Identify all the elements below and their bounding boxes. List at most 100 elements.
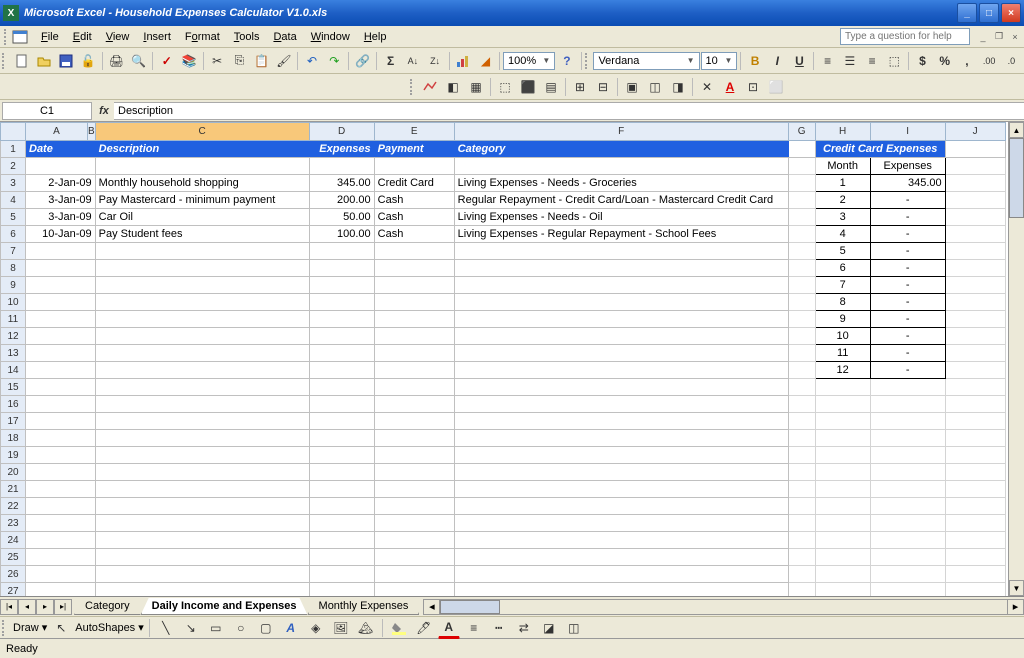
- cell[interactable]: [815, 481, 870, 498]
- tool-icon[interactable]: ⬚: [494, 76, 516, 98]
- cell[interactable]: [374, 413, 454, 430]
- cell[interactable]: [95, 532, 309, 549]
- cell[interactable]: [26, 566, 96, 583]
- mdi-minimize-button[interactable]: _: [976, 31, 990, 43]
- cell[interactable]: [26, 430, 96, 447]
- sheet-tab[interactable]: Monthly Expenses: [308, 598, 420, 615]
- cell[interactable]: [870, 447, 945, 464]
- cell[interactable]: [815, 566, 870, 583]
- cell[interactable]: Month: [815, 158, 870, 175]
- cell[interactable]: [454, 362, 788, 379]
- cut-icon[interactable]: ✂: [207, 50, 228, 72]
- cell[interactable]: [95, 260, 309, 277]
- cell[interactable]: [788, 277, 815, 294]
- col-header[interactable]: H: [815, 123, 870, 141]
- cell[interactable]: [815, 413, 870, 430]
- cell[interactable]: [374, 583, 454, 597]
- cell[interactable]: [788, 209, 815, 226]
- row-header[interactable]: 24: [1, 532, 26, 549]
- cell[interactable]: [815, 396, 870, 413]
- col-header[interactable]: D: [309, 123, 374, 141]
- col-header[interactable]: [1, 123, 26, 141]
- cell[interactable]: [95, 413, 309, 430]
- tool-icon[interactable]: ⊟: [592, 76, 614, 98]
- cell[interactable]: [945, 311, 1005, 328]
- tool-icon[interactable]: ▦: [465, 76, 487, 98]
- zoom-combo[interactable]: 100%▼: [503, 52, 555, 70]
- cell[interactable]: 200.00: [309, 192, 374, 209]
- cell[interactable]: [945, 515, 1005, 532]
- cell[interactable]: [870, 430, 945, 447]
- cell[interactable]: [788, 566, 815, 583]
- cell[interactable]: [26, 549, 96, 566]
- col-header[interactable]: B: [88, 123, 96, 141]
- menu-insert[interactable]: Insert: [136, 28, 178, 46]
- cell[interactable]: [95, 243, 309, 260]
- cell[interactable]: [26, 345, 96, 362]
- cell[interactable]: [815, 430, 870, 447]
- cell[interactable]: [870, 464, 945, 481]
- row-header[interactable]: 15: [1, 379, 26, 396]
- menu-edit[interactable]: Edit: [66, 28, 99, 46]
- spelling-icon[interactable]: ✓: [156, 50, 177, 72]
- cell[interactable]: [26, 158, 96, 175]
- cell[interactable]: [945, 430, 1005, 447]
- menu-file[interactable]: File: [34, 28, 66, 46]
- arrow-icon[interactable]: ↘: [180, 617, 202, 639]
- cell[interactable]: [454, 583, 788, 597]
- cell[interactable]: 7: [815, 277, 870, 294]
- cell[interactable]: [788, 481, 815, 498]
- cell[interactable]: [788, 583, 815, 597]
- cell[interactable]: 345.00: [309, 175, 374, 192]
- cell[interactable]: [945, 583, 1005, 597]
- cell[interactable]: [309, 447, 374, 464]
- cell[interactable]: [95, 481, 309, 498]
- shadow-icon[interactable]: ◪: [538, 617, 560, 639]
- cell[interactable]: [815, 515, 870, 532]
- cell[interactable]: [95, 498, 309, 515]
- cell[interactable]: [454, 447, 788, 464]
- cell[interactable]: 2: [815, 192, 870, 209]
- sort-asc-icon[interactable]: A↓: [402, 50, 423, 72]
- cell[interactable]: [374, 379, 454, 396]
- cell[interactable]: [788, 532, 815, 549]
- cell[interactable]: [870, 413, 945, 430]
- cell[interactable]: [309, 379, 374, 396]
- line-icon[interactable]: ╲: [155, 617, 177, 639]
- cell[interactable]: [945, 464, 1005, 481]
- cell[interactable]: [374, 430, 454, 447]
- cell[interactable]: [374, 464, 454, 481]
- wordart-icon[interactable]: A: [280, 617, 302, 639]
- cell[interactable]: [26, 464, 96, 481]
- cell[interactable]: [95, 549, 309, 566]
- cell[interactable]: -: [870, 260, 945, 277]
- cell[interactable]: 5: [815, 243, 870, 260]
- cell[interactable]: -: [870, 226, 945, 243]
- cell[interactable]: Car Oil: [95, 209, 309, 226]
- row-header[interactable]: 18: [1, 430, 26, 447]
- formula-input[interactable]: Description: [114, 102, 1024, 120]
- autosum-icon[interactable]: Σ: [380, 50, 401, 72]
- cell[interactable]: Credit Card: [374, 175, 454, 192]
- cell[interactable]: [26, 328, 96, 345]
- hyperlink-icon[interactable]: 🔗: [352, 50, 373, 72]
- cell[interactable]: [26, 447, 96, 464]
- cell[interactable]: Regular Repayment - Credit Card/Loan - M…: [454, 192, 788, 209]
- font-name-combo[interactable]: Verdana▼: [593, 52, 699, 70]
- cell[interactable]: [945, 498, 1005, 515]
- vertical-scrollbar[interactable]: ▲ ▼: [1008, 122, 1024, 596]
- print-icon[interactable]: 🖨: [106, 50, 127, 72]
- paste-icon[interactable]: 📋: [251, 50, 272, 72]
- copy-icon[interactable]: ⎘: [229, 50, 250, 72]
- open-icon[interactable]: [33, 50, 54, 72]
- cell[interactable]: [788, 549, 815, 566]
- select-objects-icon[interactable]: ↖: [50, 617, 72, 639]
- cell[interactable]: Cash: [374, 209, 454, 226]
- row-header[interactable]: 23: [1, 515, 26, 532]
- cell[interactable]: [788, 260, 815, 277]
- menu-view[interactable]: View: [99, 28, 137, 46]
- col-header[interactable]: E: [374, 123, 454, 141]
- cell[interactable]: [26, 583, 96, 597]
- cell[interactable]: [374, 345, 454, 362]
- row-header[interactable]: 9: [1, 277, 26, 294]
